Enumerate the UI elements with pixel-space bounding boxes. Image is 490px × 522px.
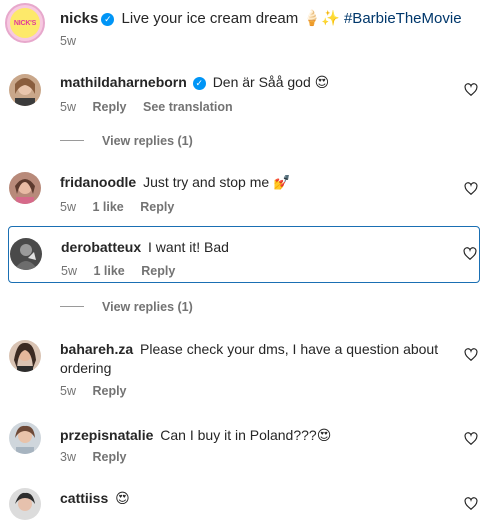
see-translation-button[interactable]: See translation bbox=[143, 100, 233, 114]
comment-item: cattiiss 😍 bbox=[0, 485, 490, 522]
view-replies-button[interactable]: View replies (1) bbox=[60, 300, 193, 314]
comment-time: 5w bbox=[60, 200, 76, 214]
comment-meta: 5w Reply See translation bbox=[60, 100, 246, 114]
comment-meta: 3w Reply bbox=[60, 450, 140, 464]
post-caption: nicks ✓ Live your ice cream dream 🍦✨ #Bar… bbox=[60, 9, 462, 27]
comment-text: I want it! Bad bbox=[148, 239, 229, 255]
comment-item-selected[interactable]: derobatteux I want it! Bad 5w 1 like Rep… bbox=[8, 226, 480, 283]
avatar[interactable] bbox=[9, 340, 41, 372]
comment-text: Den är Såå god 😍 bbox=[212, 74, 330, 90]
avatar[interactable] bbox=[9, 488, 41, 520]
reply-button[interactable]: Reply bbox=[140, 200, 174, 214]
comment-time: 5w bbox=[61, 264, 77, 278]
comment-time: 5w bbox=[60, 100, 76, 114]
comment-username[interactable]: przepisnatalie bbox=[60, 427, 153, 443]
comment-meta: 5w Reply bbox=[60, 384, 140, 398]
caption-emoji: 🍦✨ bbox=[302, 10, 340, 27]
comment-text: Can I buy it in Poland???😍 bbox=[160, 427, 332, 443]
like-heart-icon[interactable] bbox=[464, 348, 478, 362]
comment-time: 5w bbox=[60, 384, 76, 398]
comment-time: 3w bbox=[60, 450, 76, 464]
caption-text: Live your ice cream dream bbox=[121, 10, 299, 27]
comment-body: cattiiss 😍 bbox=[60, 489, 450, 508]
avatar[interactable] bbox=[9, 74, 41, 106]
avatar[interactable] bbox=[9, 422, 41, 454]
divider bbox=[60, 140, 84, 141]
verified-badge-icon: ✓ bbox=[101, 13, 115, 26]
avatar[interactable] bbox=[9, 172, 41, 204]
comment-meta: 5w 1 like Reply bbox=[60, 200, 187, 214]
comment-body: derobatteux I want it! Bad bbox=[61, 238, 451, 257]
comment-body: bahareh.za Please check your dms, I have… bbox=[60, 340, 450, 378]
comment-username[interactable]: fridanoodle bbox=[60, 174, 136, 190]
reply-button[interactable]: Reply bbox=[92, 450, 126, 464]
view-replies-label: View replies (1) bbox=[102, 134, 193, 148]
like-heart-icon[interactable] bbox=[464, 497, 478, 511]
view-replies-button[interactable]: View replies (1) bbox=[60, 134, 193, 148]
brand-logo: NICK'S bbox=[10, 8, 40, 38]
comment-meta: 5w 1 like Reply bbox=[61, 264, 188, 278]
verified-badge-icon: ✓ bbox=[192, 77, 206, 90]
view-replies-label: View replies (1) bbox=[102, 300, 193, 314]
hashtag-link[interactable]: #BarbieTheMovie bbox=[344, 10, 462, 27]
comment-username[interactable]: bahareh.za bbox=[60, 341, 133, 357]
comment-username[interactable]: derobatteux bbox=[61, 239, 141, 255]
reply-button[interactable]: Reply bbox=[92, 384, 126, 398]
reply-button[interactable]: Reply bbox=[92, 100, 126, 114]
comment-body: przepisnatalie Can I buy it in Poland???… bbox=[60, 426, 450, 445]
avatar[interactable] bbox=[10, 238, 42, 270]
comment-body: fridanoodle Just try and stop me 💅 bbox=[60, 173, 450, 192]
comment-text: 😍 bbox=[115, 490, 130, 506]
comment-item: mathildaharneborn ✓ Den är Såå god 😍 5w R… bbox=[0, 68, 490, 156]
like-heart-icon[interactable] bbox=[464, 83, 478, 97]
comment-item: bahareh.za Please check your dms, I have… bbox=[0, 336, 490, 406]
comment-item: fridanoodle Just try and stop me 💅 5w 1 … bbox=[0, 167, 490, 219]
likes-count[interactable]: 1 like bbox=[93, 264, 124, 278]
comment-username[interactable]: mathildaharneborn bbox=[60, 74, 187, 90]
post-author-username[interactable]: nicks bbox=[60, 10, 98, 27]
post-header: NICK'S nicks ✓ Live your ice cream dream … bbox=[0, 0, 490, 58]
divider bbox=[60, 306, 84, 307]
like-heart-icon[interactable] bbox=[463, 247, 477, 261]
comment-body: mathildaharneborn ✓ Den är Såå god 😍 bbox=[60, 73, 450, 92]
like-heart-icon[interactable] bbox=[464, 182, 478, 196]
post-author-avatar[interactable]: NICK'S bbox=[5, 3, 45, 43]
likes-count[interactable]: 1 like bbox=[92, 200, 123, 214]
comment-text: Just try and stop me 💅 bbox=[143, 174, 291, 190]
reply-button[interactable]: Reply bbox=[141, 264, 175, 278]
post-timestamp: 5w bbox=[60, 34, 76, 48]
like-heart-icon[interactable] bbox=[464, 432, 478, 446]
comment-item: przepisnatalie Can I buy it in Poland???… bbox=[0, 420, 490, 470]
comment-username[interactable]: cattiiss bbox=[60, 490, 108, 506]
